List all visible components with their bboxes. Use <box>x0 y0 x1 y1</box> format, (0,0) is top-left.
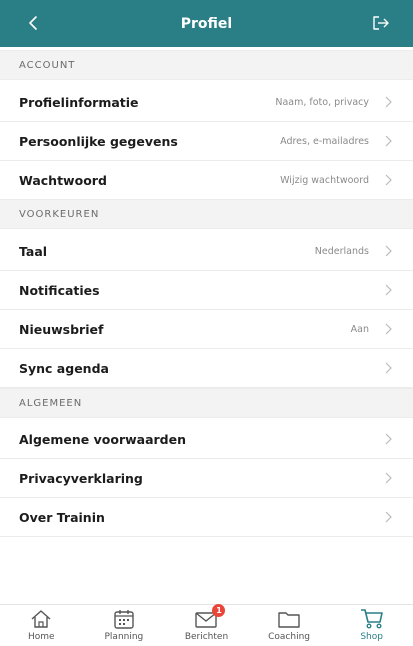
chevron-right-icon <box>383 322 393 336</box>
tab-planning[interactable]: Planning <box>83 605 165 642</box>
page-title: Profiel <box>180 15 233 32</box>
row-persoonlijke-gegevens[interactable]: Persoonlijke gegevens Adres, e-mailadres <box>0 122 413 161</box>
app-header: Profiel <box>0 0 413 47</box>
row-privacyverklaring[interactable]: Privacyverklaring <box>0 459 413 498</box>
home-icon <box>28 608 54 630</box>
chevron-right-icon <box>383 361 393 375</box>
row-label: Over Trainin <box>19 509 105 525</box>
row-label: Privacyverklaring <box>19 470 143 486</box>
tab-label: Coaching <box>268 632 311 642</box>
tab-coaching[interactable]: Coaching <box>248 605 330 642</box>
chevron-right-icon <box>383 283 393 297</box>
row-value: Nederlands <box>314 245 369 257</box>
row-notificaties[interactable]: Notificaties <box>0 271 413 310</box>
row-label: Wachtwoord <box>19 172 107 188</box>
cart-icon <box>359 608 385 630</box>
tab-shop[interactable]: Shop <box>331 605 413 642</box>
tab-label: Berichten <box>184 632 229 642</box>
row-taal[interactable]: Taal Nederlands <box>0 232 413 271</box>
tab-berichten[interactable]: 1 Berichten <box>165 604 247 642</box>
back-button[interactable] <box>22 12 44 34</box>
folder-icon <box>276 608 302 630</box>
row-label: Sync agenda <box>19 360 109 376</box>
row-label: Nieuwsbrief <box>19 321 104 337</box>
chevron-left-icon <box>29 16 37 30</box>
row-algemene-voorwaarden[interactable]: Algemene voorwaarden <box>0 420 413 459</box>
bottom-tab-bar: Home Planning 1 Berichten Coaching Shop <box>0 604 413 646</box>
row-label: Algemene voorwaarden <box>19 431 187 447</box>
tab-home[interactable]: Home <box>0 605 82 642</box>
section-title: VOORKEUREN <box>19 208 100 220</box>
section-title: ACCOUNT <box>19 59 76 71</box>
row-sync-agenda[interactable]: Sync agenda <box>0 349 413 388</box>
row-value: Naam, foto, privacy <box>275 96 369 108</box>
section-header-account: ACCOUNT <box>0 50 413 80</box>
row-value: Aan <box>350 323 369 335</box>
chevron-right-icon <box>383 510 393 524</box>
row-nieuwsbrief[interactable]: Nieuwsbrief Aan <box>0 310 413 349</box>
section-header-algemeen: ALGEMEEN <box>0 388 413 418</box>
row-label: Persoonlijke gegevens <box>19 133 178 149</box>
tab-label: Planning <box>104 632 144 642</box>
chevron-right-icon <box>383 432 393 446</box>
calendar-icon <box>111 608 137 630</box>
row-label: Profielinformatie <box>19 94 139 110</box>
tab-label: Shop <box>360 632 383 642</box>
chevron-right-icon <box>383 471 393 485</box>
logout-button[interactable] <box>369 12 393 34</box>
row-profielinformatie[interactable]: Profielinformatie Naam, foto, privacy <box>0 83 413 122</box>
chevron-right-icon <box>383 244 393 258</box>
section-title: ALGEMEEN <box>19 397 83 409</box>
row-over-trainin[interactable]: Over Trainin <box>0 498 413 537</box>
tab-label: Home <box>28 632 55 642</box>
row-value: Wijzig wachtwoord <box>280 174 369 186</box>
chevron-right-icon <box>383 134 393 148</box>
row-label: Taal <box>19 243 48 259</box>
chevron-right-icon <box>383 95 393 109</box>
row-wachtwoord[interactable]: Wachtwoord Wijzig wachtwoord <box>0 161 413 200</box>
chevron-right-icon <box>383 173 393 187</box>
row-label: Notificaties <box>19 282 100 298</box>
unread-badge: 1 <box>212 604 226 617</box>
logout-icon <box>373 16 389 30</box>
row-value: Adres, e-mailadres <box>280 135 369 147</box>
section-header-voorkeuren: VOORKEUREN <box>0 199 413 229</box>
